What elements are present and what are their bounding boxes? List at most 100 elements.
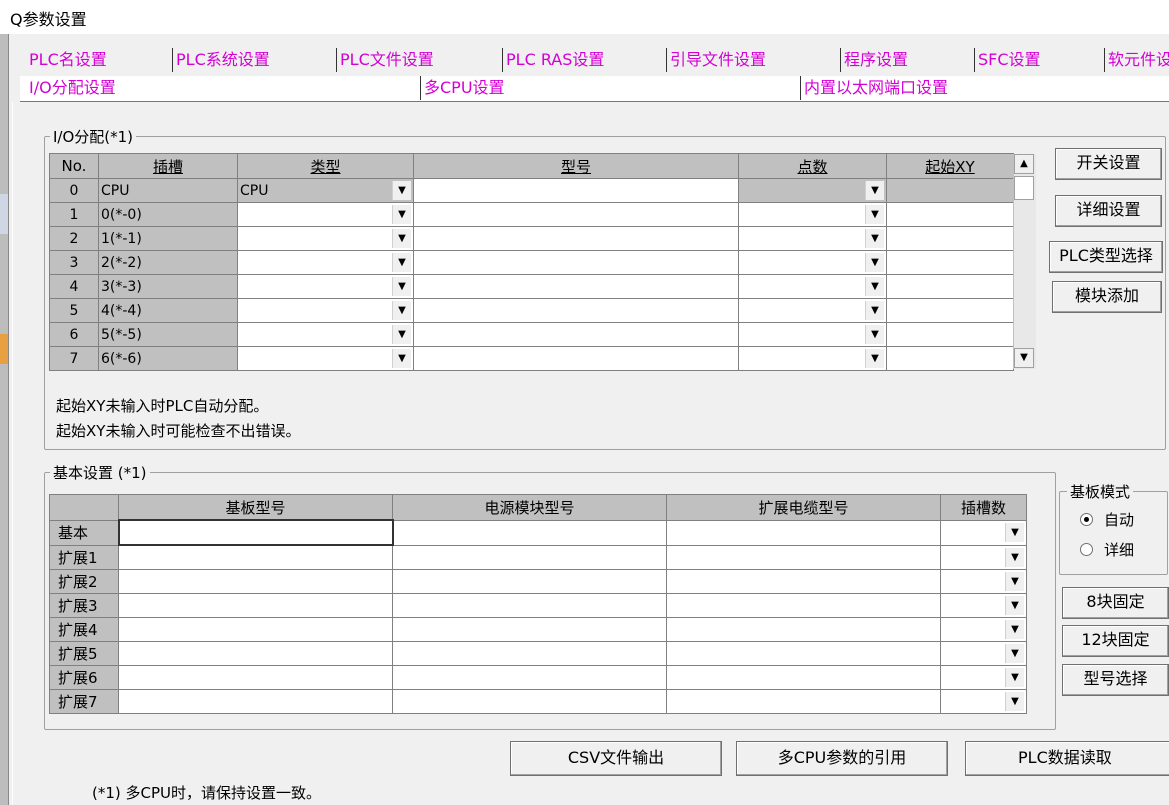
base-model-input[interactable] <box>118 617 393 642</box>
io-table-scrollbar[interactable]: ▲ ▼ <box>1013 154 1036 369</box>
csv-export-button[interactable]: CSV文件输出 <box>510 741 722 776</box>
chevron-down-icon[interactable]: ▼ <box>865 301 884 320</box>
tab-plc-file[interactable]: PLC文件设置 <box>336 48 506 72</box>
fixed-12-button[interactable]: 12块固定 <box>1062 625 1169 657</box>
type-dropdown[interactable]: ▼ <box>237 202 414 227</box>
slot-count-dropdown[interactable]: ▼ <box>940 665 1027 690</box>
tab-plc-system[interactable]: PLC系统设置 <box>172 48 340 72</box>
chevron-down-icon[interactable]: ▼ <box>392 349 411 368</box>
ext-cable-input[interactable] <box>666 665 941 690</box>
type-dropdown[interactable]: ▼ <box>237 250 414 275</box>
chevron-down-icon[interactable]: ▼ <box>392 229 411 248</box>
base-model-input[interactable] <box>118 641 393 666</box>
tab-builtin-ethernet[interactable]: 内置以太网端口设置 <box>800 76 1169 100</box>
chevron-down-icon[interactable]: ▼ <box>865 325 884 344</box>
tab-plc-name[interactable]: PLC名设置 <box>26 48 175 72</box>
scroll-down-icon[interactable]: ▼ <box>1014 348 1034 368</box>
multi-cpu-param-import-button[interactable]: 多CPU参数的引用 <box>736 741 948 776</box>
chevron-down-icon[interactable]: ▼ <box>392 181 411 200</box>
model-input[interactable] <box>413 226 739 251</box>
slot-count-dropdown[interactable]: ▼ <box>940 519 1027 546</box>
tab-device[interactable]: 软元件设 <box>1104 48 1169 72</box>
slot-count-dropdown[interactable]: ▼ <box>940 617 1027 642</box>
start-xy-input[interactable] <box>886 274 1014 299</box>
type-dropdown[interactable]: ▼ <box>237 226 414 251</box>
mode-detail-radio[interactable] <box>1080 543 1093 556</box>
ext-cable-input[interactable] <box>666 544 941 570</box>
start-xy-input[interactable] <box>886 178 1014 203</box>
tab-plc-ras[interactable]: PLC RAS设置 <box>502 48 670 72</box>
model-input[interactable] <box>413 178 739 203</box>
chevron-down-icon[interactable]: ▼ <box>865 229 884 248</box>
base-model-input[interactable] <box>118 593 393 618</box>
add-module-button[interactable]: 模块添加 <box>1052 281 1162 313</box>
chevron-down-icon[interactable]: ▼ <box>392 253 411 272</box>
chevron-down-icon[interactable]: ▼ <box>1005 620 1024 639</box>
ext-cable-input[interactable] <box>666 617 941 642</box>
model-select-button[interactable]: 型号选择 <box>1062 664 1169 696</box>
ext-cable-input[interactable] <box>666 689 941 714</box>
start-xy-input[interactable] <box>886 202 1014 227</box>
tab-boot-file[interactable]: 引导文件设置 <box>666 48 844 72</box>
ext-cable-input[interactable] <box>666 569 941 594</box>
power-module-input[interactable] <box>392 617 667 642</box>
model-input[interactable] <box>413 322 739 347</box>
start-xy-input[interactable] <box>886 322 1014 347</box>
detail-settings-button[interactable]: 详细设置 <box>1055 195 1162 227</box>
type-dropdown[interactable]: ▼ <box>237 274 414 299</box>
points-dropdown[interactable]: ▼ <box>738 226 887 251</box>
type-dropdown[interactable]: ▼ <box>237 322 414 347</box>
power-module-input[interactable] <box>392 641 667 666</box>
points-dropdown[interactable]: ▼ <box>738 322 887 347</box>
type-dropdown[interactable]: ▼ <box>237 298 414 323</box>
start-xy-input[interactable] <box>886 346 1014 371</box>
chevron-down-icon[interactable]: ▼ <box>865 253 884 272</box>
slot-count-dropdown[interactable]: ▼ <box>940 689 1027 714</box>
model-input[interactable] <box>413 274 739 299</box>
chevron-down-icon[interactable]: ▼ <box>865 277 884 296</box>
power-module-input[interactable] <box>392 519 667 546</box>
ext-cable-input[interactable] <box>666 519 941 546</box>
slot-count-dropdown[interactable]: ▼ <box>940 593 1027 618</box>
chevron-down-icon[interactable]: ▼ <box>865 181 884 200</box>
model-input[interactable] <box>413 298 739 323</box>
start-xy-input[interactable] <box>886 226 1014 251</box>
slot-count-dropdown[interactable]: ▼ <box>940 569 1027 594</box>
points-dropdown[interactable]: ▼ <box>738 178 887 203</box>
tab-program[interactable]: 程序设置 <box>840 48 978 72</box>
power-module-input[interactable] <box>392 593 667 618</box>
chevron-down-icon[interactable]: ▼ <box>1005 523 1024 542</box>
chevron-down-icon[interactable]: ▼ <box>392 205 411 224</box>
base-model-input[interactable] <box>118 544 393 570</box>
mode-auto-radio[interactable] <box>1080 513 1093 526</box>
power-module-input[interactable] <box>392 544 667 570</box>
base-model-input[interactable] <box>118 689 393 714</box>
tab-sfc[interactable]: SFC设置 <box>974 48 1108 72</box>
model-input[interactable] <box>413 250 739 275</box>
chevron-down-icon[interactable]: ▼ <box>392 277 411 296</box>
start-xy-input[interactable] <box>886 250 1014 275</box>
scroll-thumb[interactable] <box>1014 176 1034 200</box>
tab-io-assignment[interactable]: I/O分配设置 <box>26 76 423 100</box>
chevron-down-icon[interactable]: ▼ <box>1005 644 1024 663</box>
chevron-down-icon[interactable]: ▼ <box>392 325 411 344</box>
points-dropdown[interactable]: ▼ <box>738 202 887 227</box>
chevron-down-icon[interactable]: ▼ <box>1005 692 1024 711</box>
tab-multi-cpu[interactable]: 多CPU设置 <box>420 76 804 100</box>
switch-settings-button[interactable]: 开关设置 <box>1055 148 1162 180</box>
points-dropdown[interactable]: ▼ <box>738 298 887 323</box>
points-dropdown[interactable]: ▼ <box>738 250 887 275</box>
fixed-8-button[interactable]: 8块固定 <box>1062 587 1169 619</box>
scroll-up-icon[interactable]: ▲ <box>1014 154 1034 174</box>
power-module-input[interactable] <box>392 689 667 714</box>
start-xy-input[interactable] <box>886 298 1014 323</box>
power-module-input[interactable] <box>392 569 667 594</box>
model-input[interactable] <box>413 202 739 227</box>
chevron-down-icon[interactable]: ▼ <box>1005 547 1024 567</box>
base-model-input[interactable] <box>117 519 394 546</box>
chevron-down-icon[interactable]: ▼ <box>392 301 411 320</box>
chevron-down-icon[interactable]: ▼ <box>865 349 884 368</box>
slot-count-dropdown[interactable]: ▼ <box>940 544 1027 570</box>
ext-cable-input[interactable] <box>666 641 941 666</box>
plc-data-read-button[interactable]: PLC数据读取 <box>965 741 1169 776</box>
